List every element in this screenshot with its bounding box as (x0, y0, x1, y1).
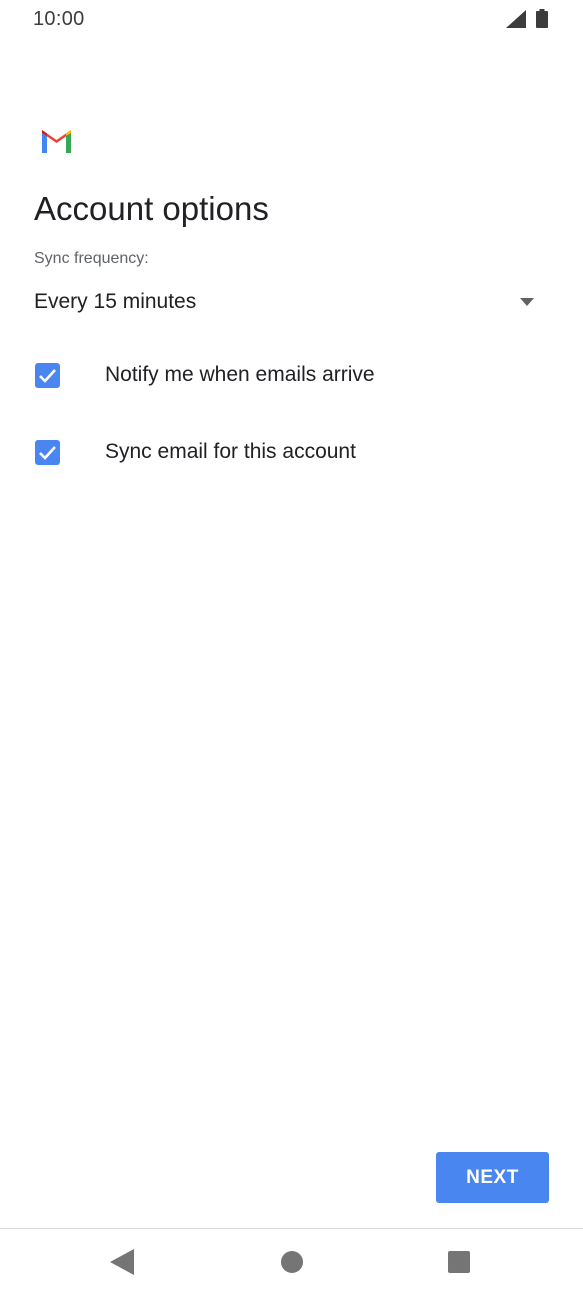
sync-email-label: Sync email for this account (105, 440, 356, 463)
checkmark-icon (39, 369, 56, 383)
sync-frequency-label: Sync frequency: (34, 250, 149, 267)
sync-email-checkbox[interactable] (35, 440, 60, 465)
sync-frequency-value: Every 15 minutes (34, 290, 197, 313)
dropdown-arrow-icon (520, 298, 534, 306)
home-icon[interactable] (281, 1251, 303, 1273)
sync-frequency-dropdown[interactable]: Every 15 minutes (34, 282, 544, 326)
battery-icon (536, 9, 548, 28)
screen: 10:00 Account options Sync frequency: Ev… (0, 0, 583, 1296)
notify-label: Notify me when emails arrive (105, 363, 375, 386)
notify-checkbox[interactable] (35, 363, 60, 388)
signal-icon (506, 10, 526, 28)
checkmark-icon (39, 446, 56, 460)
back-icon[interactable] (110, 1249, 134, 1275)
navigation-bar (0, 1229, 583, 1296)
next-button[interactable]: NEXT (436, 1152, 549, 1203)
page-title: Account options (34, 190, 269, 227)
sync-email-option-row[interactable]: Sync email for this account (34, 432, 514, 472)
recents-icon[interactable] (448, 1251, 470, 1273)
notify-option-row[interactable]: Notify me when emails arrive (34, 355, 514, 395)
gmail-logo-icon (42, 130, 71, 153)
status-bar: 10:00 (0, 0, 583, 40)
status-time: 10:00 (33, 8, 85, 30)
